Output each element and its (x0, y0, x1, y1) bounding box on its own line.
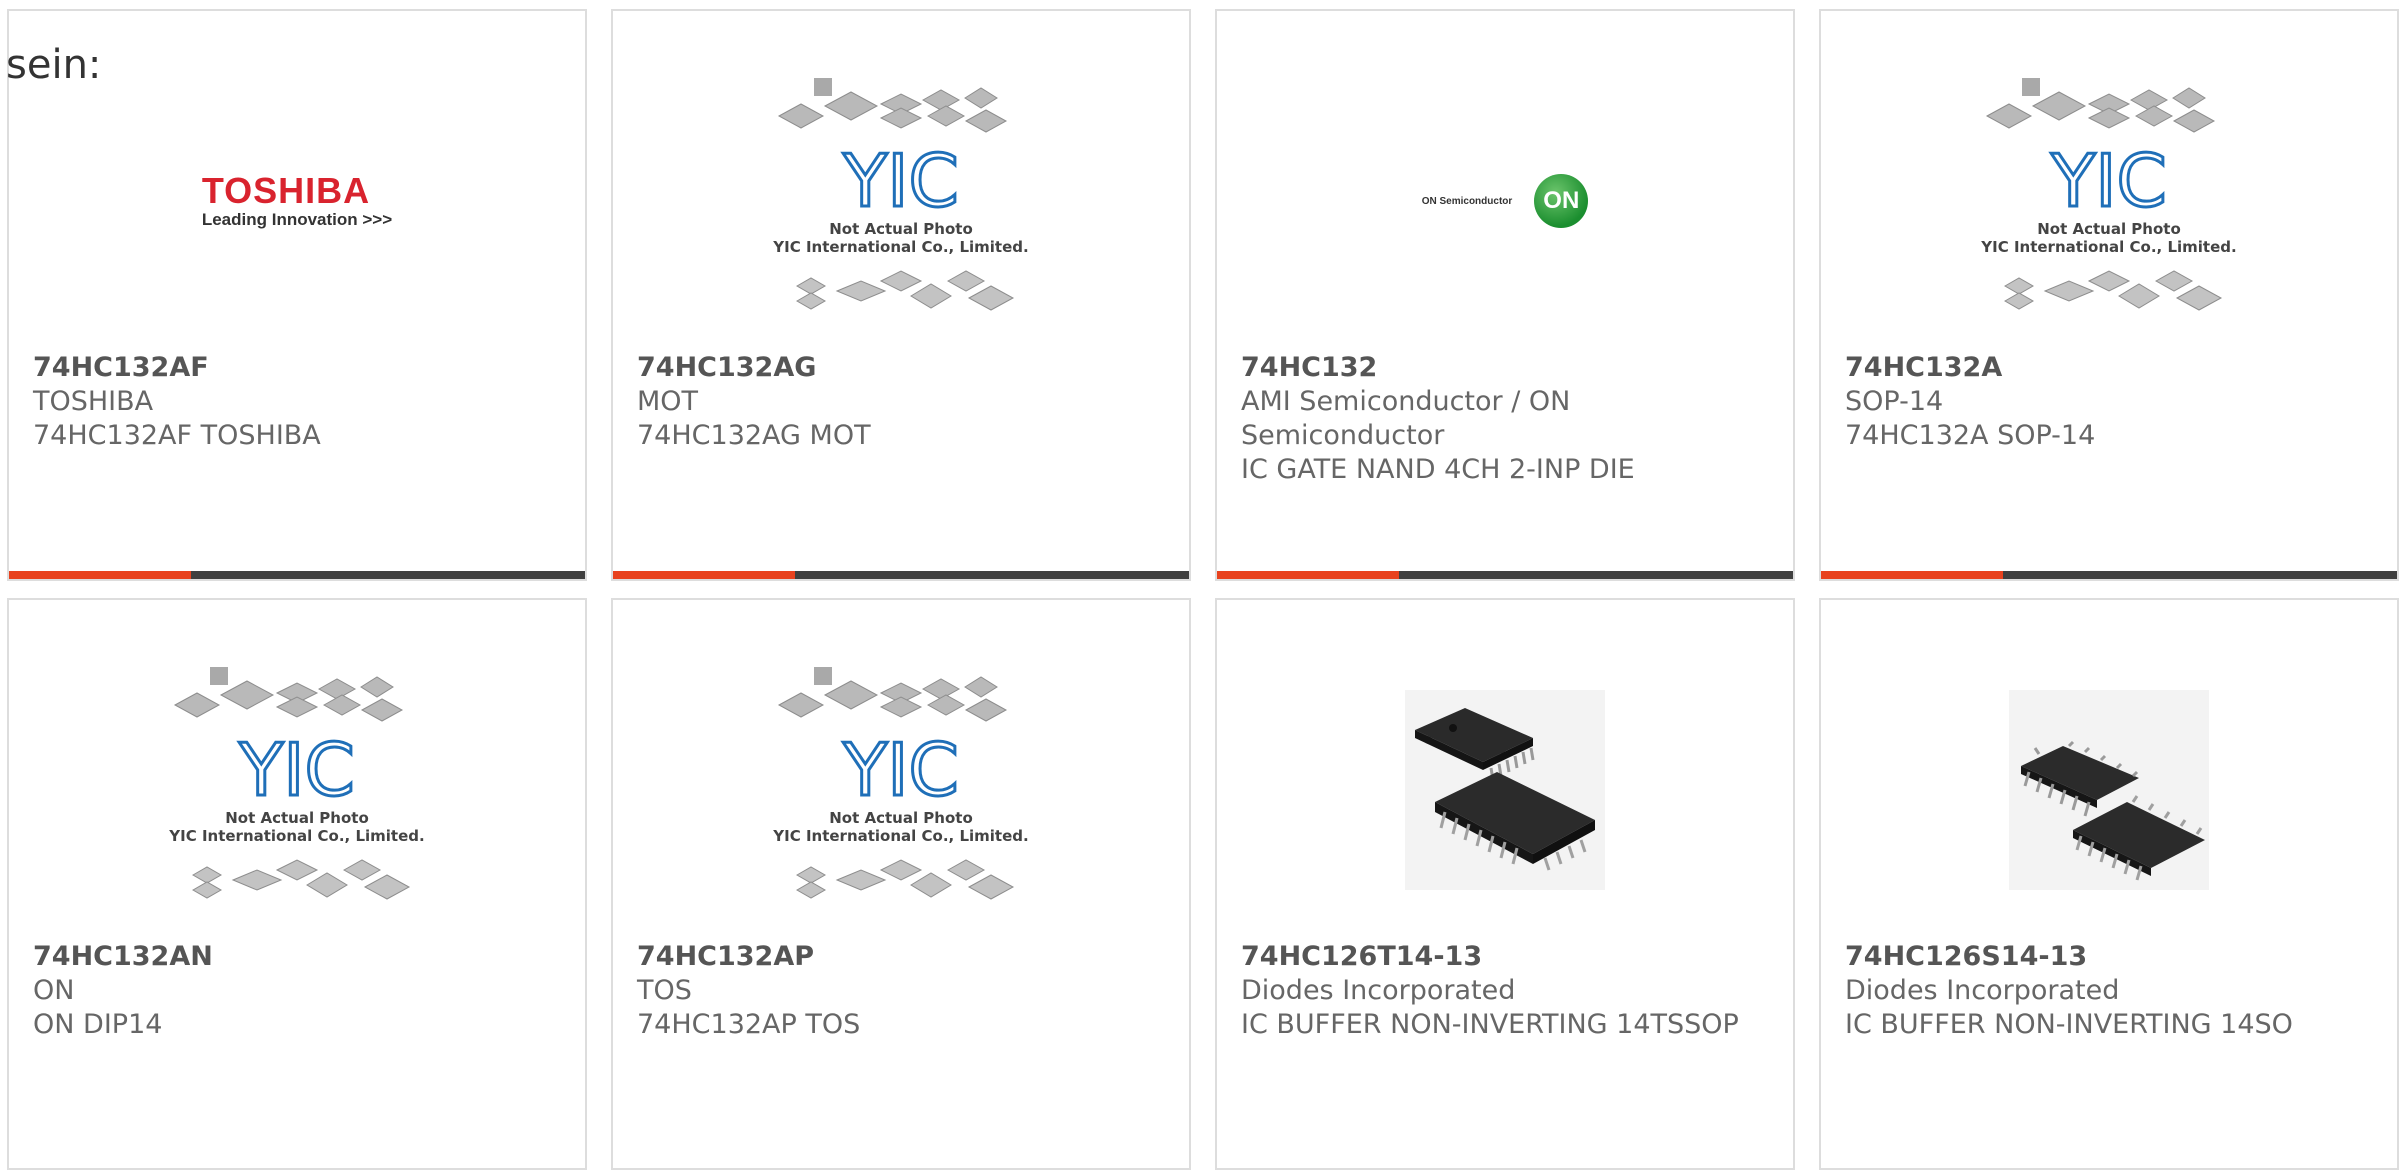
part-number[interactable]: 74HC132A (1845, 351, 2373, 385)
manufacturer: TOSHIBA (33, 386, 154, 417)
product-card[interactable]: YIC Not Actual Photo YIC International Co.… (611, 9, 1191, 581)
svg-text:YIC: YIC (2050, 139, 2167, 223)
yic-caption-line1: Not Actual Photo (829, 809, 973, 827)
yic-caption-line2: YIC International Co., Limited. (772, 827, 1028, 845)
part-number[interactable]: 74HC132AG (637, 351, 1165, 385)
card-bar (9, 571, 585, 579)
manufacturer: Diodes Incorporated (1845, 975, 2120, 1006)
description: 74HC132A SOP-14 (1845, 420, 2096, 451)
svg-text:YIC: YIC (238, 728, 355, 812)
product-image[interactable] (1217, 640, 1793, 940)
yic-placeholder-image: YIC Not Actual Photo YIC International Co.… (756, 76, 1046, 326)
part-number[interactable]: 74HC132 (1241, 351, 1769, 385)
svg-text:YIC: YIC (842, 728, 959, 812)
svg-text:YIC: YIC (842, 139, 959, 223)
product-card[interactable]: TOSHIBA Leading Innovation >>> 74HC132AF… (7, 9, 587, 581)
product-image[interactable]: ON Semiconductor ON (1217, 51, 1793, 351)
product-card[interactable]: YIC Not Actual Photo YIC International Co.… (1819, 9, 2399, 581)
product-image[interactable]: YIC Not Actual Photo YIC International Co.… (613, 640, 1189, 940)
description: 74HC132AF TOSHIBA (33, 420, 321, 451)
product-card[interactable]: 74HC126T14-13 Diodes Incorporated IC BUF… (1215, 598, 1795, 1170)
product-card[interactable]: YIC Not Actual Photo YIC International Co.… (7, 598, 587, 1170)
description: 74HC132AG MOT (637, 420, 871, 451)
card-bar (1821, 571, 2397, 579)
product-image[interactable]: YIC Not Actual Photo YIC International Co.… (9, 640, 585, 940)
description: 74HC132AP TOS (637, 1009, 861, 1040)
chip-tssop-photo (1405, 690, 1605, 890)
part-number[interactable]: 74HC132AN (33, 940, 561, 974)
yic-placeholder-image: YIC Not Actual Photo YIC International Co.… (152, 665, 442, 915)
yic-caption-line1: Not Actual Photo (225, 809, 369, 827)
yic-caption-line1: Not Actual Photo (2037, 220, 2181, 238)
card-bar (1217, 571, 1793, 579)
product-card[interactable]: YIC Not Actual Photo YIC International Co.… (611, 598, 1191, 1170)
description: IC GATE NAND 4CH 2-INP DIE (1241, 454, 1635, 485)
yic-placeholder-image: YIC Not Actual Photo YIC International Co.… (1964, 76, 2254, 326)
description: IC BUFFER NON-INVERTING 14SO (1845, 1009, 2293, 1040)
manufacturer: Diodes Incorporated (1241, 975, 1516, 1006)
product-image[interactable]: TOSHIBA Leading Innovation >>> (9, 51, 585, 351)
part-number[interactable]: 74HC126T14-13 (1241, 940, 1769, 974)
part-number[interactable]: 74HC132AP (637, 940, 1165, 974)
product-image[interactable]: YIC Not Actual Photo YIC International Co.… (1821, 51, 2397, 351)
description: IC BUFFER NON-INVERTING 14TSSOP (1241, 1009, 1739, 1040)
part-number[interactable]: 74HC126S14-13 (1845, 940, 2373, 974)
part-number[interactable]: 74HC132AF (33, 351, 561, 385)
page-label: sein: (6, 42, 102, 88)
product-image[interactable]: YIC Not Actual Photo YIC International Co.… (613, 51, 1189, 351)
yic-caption-line1: Not Actual Photo (829, 220, 973, 238)
card-bar (613, 571, 1189, 579)
yic-caption-line2: YIC International Co., Limited. (772, 238, 1028, 256)
yic-placeholder-image: YIC Not Actual Photo YIC International Co.… (756, 665, 1046, 915)
manufacturer: ON (33, 975, 75, 1006)
description: ON DIP14 (33, 1009, 163, 1040)
manufacturer: MOT (637, 386, 699, 417)
product-grid: TOSHIBA Leading Innovation >>> 74HC132AF… (7, 9, 2400, 1170)
manufacturer: AMI Semiconductor / ON Semiconductor (1241, 386, 1571, 451)
manufacturer: TOS (637, 975, 692, 1006)
product-card[interactable]: 74HC126S14-13 Diodes Incorporated IC BUF… (1819, 598, 2399, 1170)
toshiba-logo: TOSHIBA Leading Innovation >>> (201, 170, 393, 230)
yic-caption-line2: YIC International Co., Limited. (1980, 238, 2236, 256)
product-image[interactable] (1821, 640, 2397, 940)
yic-caption-line2: YIC International Co., Limited. (168, 827, 424, 845)
manufacturer: SOP-14 (1845, 386, 1944, 417)
product-card[interactable]: ON Semiconductor ON 74HC132 AMI Semicond… (1215, 9, 1795, 581)
chip-so-photo (2009, 690, 2209, 890)
onsemi-logo: ON Semiconductor ON (1422, 174, 1589, 228)
